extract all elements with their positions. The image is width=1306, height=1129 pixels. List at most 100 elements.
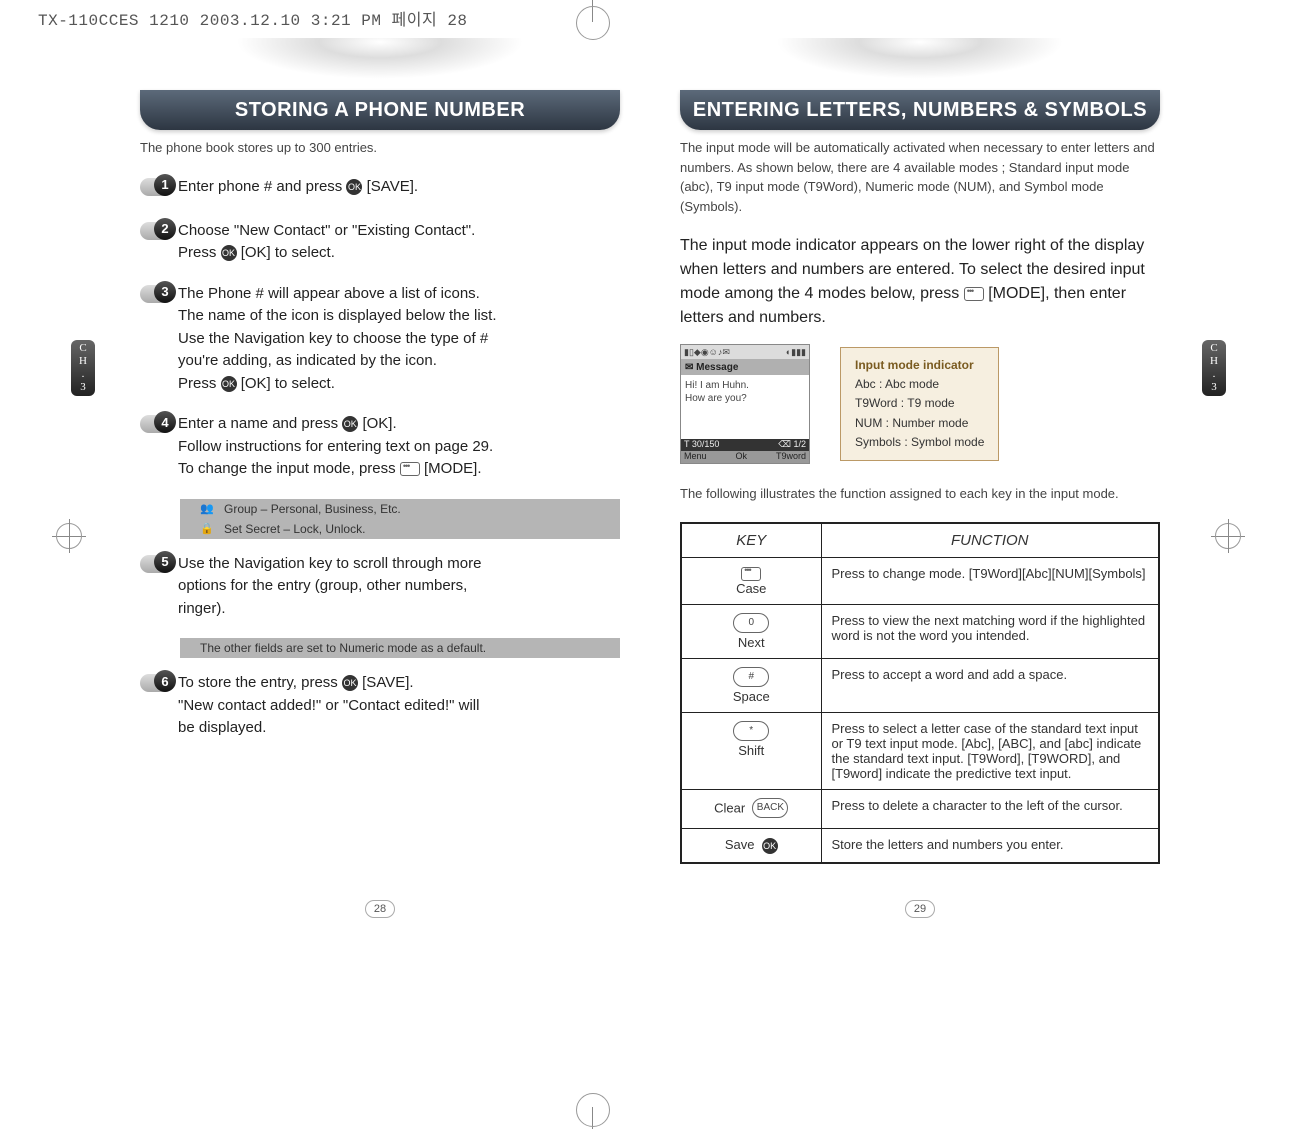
star-key-icon: * [733, 721, 769, 741]
register-mark-right [1211, 519, 1245, 553]
fn-shift: Press to select a letter case of the sta… [821, 713, 1159, 790]
step-5-l1: Use the Navigation key to scroll through… [178, 555, 481, 572]
ok-icon: OK [346, 179, 362, 195]
indicator-box: Input mode indicator Abc : Abc mode T9Wo… [840, 347, 999, 461]
table-row: 0 Next Press to view the next matching w… [681, 605, 1159, 659]
step-4-l3a: To change the input mode, press [178, 460, 400, 477]
phone-msg-line2: How are you? [685, 393, 747, 404]
note-secret: Set Secret – Lock, Unlock. [224, 522, 365, 536]
indicator-num: NUM : Number mode [855, 414, 984, 433]
fn-clear: Press to delete a character to the left … [821, 790, 1159, 829]
ok-icon: OK [221, 376, 237, 392]
fn-next: Press to view the next matching word if … [821, 605, 1159, 659]
softkey-icon [964, 287, 984, 301]
right-intro: The input mode will be automatically act… [680, 138, 1160, 216]
phone-footer-a-right: ⌫ 1/2 [778, 439, 806, 451]
fn-save: Store the letters and numbers you enter. [821, 829, 1159, 863]
ok-icon: OK [342, 416, 358, 432]
phone-window-title: ✉ Message [681, 359, 809, 375]
softkey-icon [400, 462, 420, 476]
step-4: 4 Enter a name and press OK [OK]. Follow… [140, 413, 620, 481]
key-label-space: Space [733, 689, 770, 704]
step-4-l1a: Enter a name and press [178, 415, 342, 432]
page-number-left: 28 [365, 900, 395, 918]
step-5: 5 Use the Navigation key to scroll throu… [140, 553, 620, 621]
step-6-l2: "New contact added!" or "Contact edited!… [178, 697, 479, 714]
step-number-4: 4 [154, 411, 176, 433]
note-group: Group – Personal, Business, Etc. [224, 502, 401, 516]
crop-mark-top [0, 0, 1306, 22]
crop-mark-bottom [0, 1097, 1306, 1129]
th-key: KEY [681, 523, 821, 558]
th-function: FUNCTION [821, 523, 1159, 558]
step-number-1: 1 [154, 174, 176, 196]
step-number-2: 2 [154, 218, 176, 240]
table-row: Save OK Store the letters and numbers yo… [681, 829, 1159, 863]
ok-icon: OK [342, 675, 358, 691]
step-1-text-a: Enter phone # and press [178, 178, 346, 195]
step-4-l3b: [MODE]. [424, 460, 482, 477]
phone-footer-a-left: T 30/150 [684, 439, 719, 451]
right-body-para: The input mode indicator appears on the … [680, 234, 1160, 330]
key-label-save: Save [725, 837, 755, 852]
page-right: CH.3 ENTERING LETTERS, NUMBERS & SYMBOLS… [650, 24, 1190, 924]
group-icon: 👥 [200, 502, 214, 516]
side-tab-right: CH.3 [1202, 340, 1226, 396]
section-title-left: STORING A PHONE NUMBER [140, 90, 620, 130]
phone-screen-mock: ▮▯◆◉☺♪✉◐▮▮▮ ✉ Message Hi! I am Huhn. How… [680, 344, 810, 464]
step-3-l3: Use the Navigation key to choose the typ… [178, 330, 488, 347]
step-6-l3: be displayed. [178, 719, 266, 736]
page-left: CH.3 STORING A PHONE NUMBER The phone bo… [110, 24, 650, 924]
phone-footer-b-left: Menu [684, 451, 707, 463]
step-3: 3 The Phone # will appear above a list o… [140, 283, 620, 396]
step-5-note: The other fields are set to Numeric mode… [180, 638, 620, 658]
indicator-title: Input mode indicator [855, 356, 984, 375]
left-intro: The phone book stores up to 300 entries. [140, 138, 620, 158]
step-3-l2: The name of the icon is displayed below … [178, 307, 497, 324]
step-1: 1 Enter phone # and press OK [SAVE]. [140, 176, 620, 202]
step-2-line1: Choose "New Contact" or "Existing Contac… [178, 222, 475, 239]
phone-msg-line1: Hi! I am Huhn. [685, 380, 749, 391]
key-label-next: Next [738, 635, 765, 650]
back-key-icon: BACK [752, 798, 788, 818]
table-row: # Space Press to accept a word and add a… [681, 659, 1159, 713]
step-3-l4: you're adding, as indicated by the icon. [178, 352, 437, 369]
indicator-abc: Abc : Abc mode [855, 375, 984, 394]
step-3-l5b: [OK] to select. [241, 375, 335, 392]
note-numeric-default: The other fields are set to Numeric mode… [200, 641, 486, 655]
ok-icon: OK [221, 245, 237, 261]
table-row: * Shift Press to select a letter case of… [681, 713, 1159, 790]
step-6-l1a: To store the entry, press [178, 674, 342, 691]
step-6: 6 To store the entry, press OK [SAVE]. "… [140, 672, 620, 740]
table-intro: The following illustrates the function a… [680, 484, 1160, 504]
step-5-l3: ringer). [178, 600, 226, 617]
ok-icon: OK [762, 838, 778, 854]
side-tab-left: CH.3 [71, 340, 95, 396]
step-4-l2: Follow instructions for entering text on… [178, 438, 493, 455]
step-4-notes: 👥Group – Personal, Business, Etc. 🔒Set S… [180, 499, 620, 539]
pound-key-icon: # [733, 667, 769, 687]
indicator-t9: T9Word : T9 mode [855, 394, 984, 413]
indicator-sym: Symbols : Symbol mode [855, 433, 984, 452]
zero-key-icon: 0 [733, 613, 769, 633]
step-number-6: 6 [154, 670, 176, 692]
step-2: 2 Choose "New Contact" or "Existing Cont… [140, 220, 620, 265]
step-3-l5a: Press [178, 375, 221, 392]
step-number-3: 3 [154, 281, 176, 303]
phone-status-icons: ▮▯◆◉☺♪✉◐▮▮▮ [681, 345, 809, 359]
section-title-bar-right: ENTERING LETTERS, NUMBERS & SYMBOLS [680, 34, 1160, 124]
step-1-text-b: [SAVE]. [367, 178, 418, 195]
step-6-l1b: [SAVE]. [362, 674, 413, 691]
step-number-5: 5 [154, 551, 176, 573]
page-number-right: 29 [905, 900, 935, 918]
phone-figure: ▮▯◆◉☺♪✉◐▮▮▮ ✉ Message Hi! I am Huhn. How… [680, 344, 1160, 464]
key-label-case: Case [736, 581, 766, 596]
fn-case: Press to change mode. [T9Word][Abc][NUM]… [821, 557, 1159, 605]
phone-footer-b-mid: Ok [735, 451, 747, 463]
key-function-table: KEY FUNCTION Case Press to change mode. … [680, 522, 1160, 864]
section-title-right: ENTERING LETTERS, NUMBERS & SYMBOLS [680, 90, 1160, 130]
step-2-line2a: Press [178, 244, 221, 261]
step-3-l1: The Phone # will appear above a list of … [178, 285, 480, 302]
key-label-shift: Shift [738, 743, 764, 758]
section-title-bar-left: STORING A PHONE NUMBER [140, 34, 620, 124]
